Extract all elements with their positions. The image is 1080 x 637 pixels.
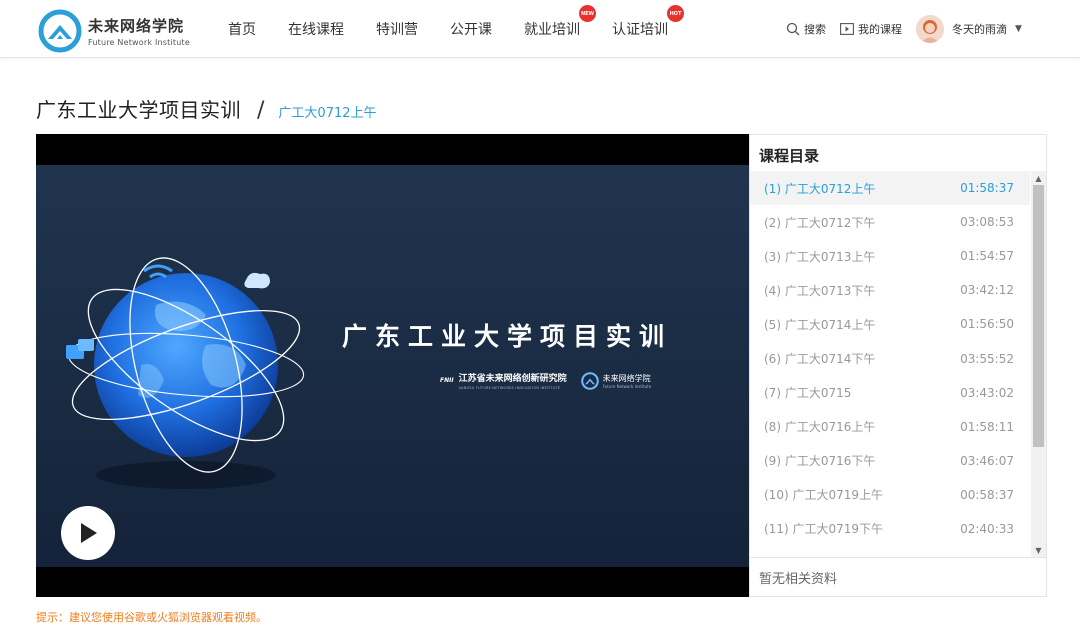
lesson-duration: 01:58:37	[960, 181, 1014, 196]
lesson-item[interactable]: (9) 广工大0716下午 03:46:07	[750, 444, 1030, 478]
lesson-item[interactable]: (4) 广工大0713下午 03:42:12	[750, 273, 1030, 307]
logo-icon	[38, 9, 82, 53]
video-frame: 广东工业大学项目实训 FNII 江苏省未来网络创新研究院 JIANGSU FUT…	[36, 165, 749, 567]
header-tools: 搜索 我的课程 冬天的雨滴 ▼	[786, 0, 1022, 58]
lesson-item[interactable]: (1) 广工大0712上午 01:58:37	[750, 171, 1030, 206]
lesson-name: 广工大0712上午	[784, 181, 876, 196]
lesson-index: (4)	[764, 283, 781, 298]
course-catalog: 课程目录 (1) 广工大0712上午 01:58:37 (2) 广工大0712下午…	[749, 134, 1047, 597]
chevron-up-icon[interactable]: ▲	[1031, 171, 1046, 185]
lesson-name: 广工大0715	[784, 386, 852, 401]
current-lesson-title: 广工大0712上午	[278, 106, 377, 121]
nav-employment-training[interactable]: 就业培训 NEW	[524, 5, 596, 39]
main-nav: 首页 在线课程 特训营 公开课 就业培训 NEW 认证培训 HOT	[214, 0, 700, 58]
lesson-name: 广工大0714上午	[784, 317, 876, 332]
lesson-index: (6)	[764, 352, 781, 367]
fnii-mark: FNII	[440, 377, 454, 384]
lesson-duration: 01:56:50	[960, 317, 1014, 332]
site-logo[interactable]: 未来网络学院 Future Network Institute	[38, 9, 190, 53]
scrollbar-thumb[interactable]	[1033, 185, 1044, 447]
slide-title: 广东工业大学项目实训	[342, 322, 673, 351]
my-courses-button[interactable]: 我的课程	[840, 21, 902, 37]
slide-brand-logo: 未来网络学院 Future Network Institute	[580, 371, 652, 390]
nav-open-courses[interactable]: 公开课	[450, 19, 492, 39]
logo-icon	[580, 371, 599, 390]
page-title: 广东工业大学项目实训	[36, 98, 241, 122]
slide-brand-cn: 未来网络学院	[602, 373, 651, 383]
lesson-name: 广工大0716上午	[784, 420, 876, 435]
fnii-name: 江苏省未来网络创新研究院	[458, 374, 567, 384]
search-button[interactable]: 搜索	[786, 21, 826, 37]
fnii-logo: FNII 江苏省未来网络创新研究院 JIANGSU FUTURE NETWORK…	[440, 371, 567, 390]
lesson-item[interactable]: (8) 广工大0716上午 01:58:11	[750, 410, 1030, 444]
nav-certification-training-label: 认证培训	[612, 22, 668, 38]
lesson-item[interactable]: (10) 广工大0719上午 00:58:37	[750, 478, 1030, 512]
lesson-index: (10)	[764, 488, 789, 503]
lesson-index: (1)	[764, 181, 781, 196]
lesson-name: 广工大0719上午	[792, 488, 884, 503]
lesson-name: 广工大0714下午	[784, 352, 876, 367]
avatar-image	[916, 15, 944, 43]
lesson-item[interactable]: (11) 广工大0719下午 02:40:33	[750, 512, 1030, 546]
lesson-duration: 03:42:12	[960, 283, 1014, 298]
lesson-index: (8)	[764, 420, 781, 435]
lesson-index: (2)	[764, 215, 781, 230]
no-material-text: 暂无相关资料	[750, 557, 1046, 596]
lesson-duration: 03:08:53	[960, 215, 1014, 230]
browser-tip: 提示：建议您使用谷歌或火狐浏览器观看视频。	[36, 611, 267, 624]
lesson-duration: 03:46:07	[960, 453, 1014, 468]
lesson-name: 广工大0713下午	[784, 283, 876, 298]
lesson-item[interactable]: (6) 广工大0714下午 03:55:52	[750, 341, 1030, 375]
username[interactable]: 冬天的雨滴	[952, 21, 1007, 37]
search-label: 搜索	[804, 23, 826, 36]
play-button[interactable]	[61, 506, 115, 560]
video-play-icon	[840, 23, 854, 35]
lesson-name: 广工大0713上午	[784, 249, 876, 264]
play-icon	[81, 523, 97, 543]
globe-illustration	[66, 257, 305, 489]
lesson-index: (3)	[764, 249, 781, 264]
nav-online-courses[interactable]: 在线课程	[288, 19, 344, 39]
lesson-list: (1) 广工大0712上午 01:58:37 (2) 广工大0712下午 03:08…	[750, 171, 1030, 557]
breadcrumb: 广东工业大学项目实训 / 广工大0712上午	[36, 94, 377, 123]
video-player[interactable]: 广东工业大学项目实训 FNII 江苏省未来网络创新研究院 JIANGSU FUT…	[36, 134, 749, 597]
lesson-name: 广工大0712下午	[784, 215, 876, 230]
logo-name-en: Future Network Institute	[88, 38, 190, 47]
lesson-name: 广工大0716下午	[784, 454, 876, 469]
lesson-index: (11)	[764, 522, 789, 537]
lesson-duration: 03:55:52	[960, 351, 1014, 366]
nav-bootcamp[interactable]: 特训营	[376, 19, 418, 39]
lesson-item[interactable]: (2) 广工大0712下午 03:08:53	[750, 205, 1030, 239]
fnii-subtitle: JIANGSU FUTURE NETWORKS INNOVATION INSTI…	[458, 386, 561, 390]
slide-brand-en: Future Network Institute	[602, 383, 652, 389]
slide-logos: FNII 江苏省未来网络创新研究院 JIANGSU FUTURE NETWORK…	[440, 371, 651, 390]
lesson-item[interactable]: (3) 广工大0713上午 01:54:57	[750, 239, 1030, 273]
lesson-item[interactable]: (5) 广工大0714上午 01:56:50	[750, 307, 1030, 341]
logo-name-cn: 未来网络学院	[88, 17, 185, 35]
nav-home[interactable]: 首页	[228, 19, 256, 39]
catalog-scrollbar[interactable]: ▲ ▼	[1031, 171, 1046, 557]
my-courses-label: 我的课程	[858, 23, 902, 36]
lesson-duration: 01:54:57	[960, 249, 1014, 264]
chevron-down-icon[interactable]: ▼	[1015, 24, 1022, 34]
nav-certification-training[interactable]: 认证培训 HOT	[612, 5, 684, 39]
new-badge: NEW	[579, 5, 596, 22]
top-header: 未来网络学院 Future Network Institute 首页 在线课程 …	[0, 0, 1080, 58]
avatar[interactable]	[916, 15, 944, 43]
breadcrumb-separator: /	[257, 98, 265, 123]
search-icon	[786, 22, 800, 36]
hot-badge: HOT	[667, 5, 684, 22]
nav-employment-training-label: 就业培训	[524, 22, 580, 38]
lesson-index: (9)	[764, 454, 781, 469]
lesson-index: (5)	[764, 317, 781, 332]
lesson-item[interactable]: (7) 广工大0715 03:43:02	[750, 376, 1030, 410]
lesson-duration: 00:58:37	[960, 487, 1014, 502]
catalog-title: 课程目录	[759, 147, 820, 165]
lesson-name: 广工大0719下午	[792, 522, 884, 537]
lesson-duration: 01:58:11	[960, 419, 1014, 434]
lesson-duration: 02:40:33	[960, 521, 1014, 536]
chevron-down-icon[interactable]: ▼	[1031, 543, 1046, 557]
lesson-duration: 03:43:02	[960, 385, 1014, 400]
lesson-index: (7)	[764, 386, 781, 401]
